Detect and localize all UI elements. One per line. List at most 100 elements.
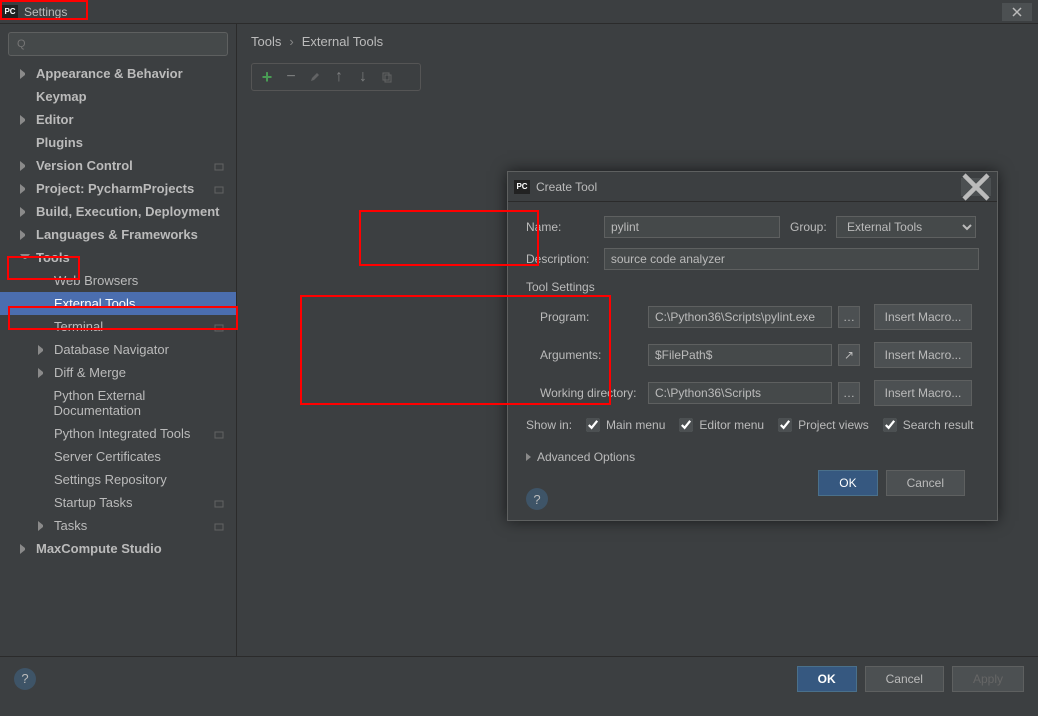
searchresult-checkbox[interactable]: Search result <box>883 418 974 432</box>
description-label: Description: <box>526 252 604 266</box>
chevron-right-icon <box>38 345 48 355</box>
tree-item-maxcompute-studio[interactable]: MaxCompute Studio <box>0 537 236 560</box>
pycharm-icon: PC <box>514 180 530 194</box>
arguments-expand-button[interactable]: ↗ <box>838 344 860 366</box>
mainmenu-checkbox[interactable]: Main menu <box>586 418 665 432</box>
settings-apply-button[interactable]: Apply <box>952 666 1024 692</box>
tree-item-server-certificates[interactable]: Server Certificates <box>0 445 236 468</box>
tree-item-label: Plugins <box>36 135 83 150</box>
tree-item-external-tools[interactable]: External Tools <box>0 292 236 315</box>
projectviews-checkbox[interactable]: Project views <box>778 418 869 432</box>
spacer <box>38 322 48 332</box>
settings-search-input[interactable] <box>8 32 228 56</box>
chevron-right-icon <box>20 184 30 194</box>
tree-item-terminal[interactable]: Terminal <box>0 315 236 338</box>
program-macro-button[interactable]: Insert Macro... <box>874 304 972 330</box>
workdir-browse-button[interactable]: … <box>838 382 860 404</box>
tree-item-keymap[interactable]: Keymap <box>0 85 236 108</box>
tree-item-python-integrated-tools[interactable]: Python Integrated Tools <box>0 422 236 445</box>
up-button[interactable]: ↑ <box>330 68 348 86</box>
tree-item-label: Python Integrated Tools <box>54 426 190 441</box>
dialog-ok-button[interactable]: OK <box>818 470 877 496</box>
breadcrumb-sep-icon: › <box>289 34 293 49</box>
breadcrumb-leaf: External Tools <box>302 34 383 49</box>
breadcrumb: Tools › External Tools <box>251 34 1024 49</box>
tree-item-label: Project: PycharmProjects <box>36 181 194 196</box>
project-scope-icon <box>214 160 224 170</box>
arguments-label: Arguments: <box>540 348 648 362</box>
tree-item-diff-merge[interactable]: Diff & Merge <box>0 361 236 384</box>
help-button[interactable]: ? <box>526 488 548 510</box>
showin-label: Show in: <box>526 418 572 432</box>
editormenu-checkbox[interactable]: Editor menu <box>679 418 764 432</box>
create-tool-dialog: PC Create Tool Name: Group: External Too… <box>507 171 998 521</box>
tree-item-tools[interactable]: Tools <box>0 246 236 269</box>
chevron-right-icon <box>526 453 531 461</box>
tree-item-tasks[interactable]: Tasks <box>0 514 236 537</box>
chevron-right-icon <box>20 69 30 79</box>
tree-item-appearance-behavior[interactable]: Appearance & Behavior <box>0 62 236 85</box>
program-label: Program: <box>540 310 648 324</box>
arguments-macro-button[interactable]: Insert Macro... <box>874 342 972 368</box>
advanced-options-toggle[interactable]: Advanced Options <box>526 450 979 464</box>
window-close-button[interactable] <box>1002 3 1032 21</box>
project-scope-icon <box>214 183 224 193</box>
project-scope-icon <box>214 428 224 438</box>
tool-settings-header: Tool Settings <box>526 280 979 294</box>
project-scope-icon <box>214 497 224 507</box>
edit-button[interactable] <box>306 68 324 86</box>
tree-item-label: Keymap <box>36 89 87 104</box>
tree-item-label: Database Navigator <box>54 342 169 357</box>
tree-item-project-pycharmprojects[interactable]: Project: PycharmProjects <box>0 177 236 200</box>
tree-item-build-execution-deployment[interactable]: Build, Execution, Deployment <box>0 200 236 223</box>
tree-item-languages-frameworks[interactable]: Languages & Frameworks <box>0 223 236 246</box>
description-input[interactable] <box>604 248 979 270</box>
tree-item-plugins[interactable]: Plugins <box>0 131 236 154</box>
arguments-input[interactable] <box>648 344 832 366</box>
tree-item-label: Python External Documentation <box>54 388 228 418</box>
chevron-right-icon <box>20 544 30 554</box>
down-button[interactable]: ↓ <box>354 68 372 86</box>
tree-item-label: Startup Tasks <box>54 495 133 510</box>
workdir-macro-button[interactable]: Insert Macro... <box>874 380 972 406</box>
settings-sidebar: Appearance & Behavior Keymap Editor Plugins… <box>0 24 237 656</box>
copy-button[interactable] <box>378 68 396 86</box>
tree-item-web-browsers[interactable]: Web Browsers <box>0 269 236 292</box>
settings-ok-button[interactable]: OK <box>797 666 857 692</box>
project-scope-icon <box>214 321 224 331</box>
workdir-input[interactable] <box>648 382 832 404</box>
program-input[interactable] <box>648 306 832 328</box>
program-browse-button[interactable]: … <box>838 306 860 328</box>
tree-item-settings-repository[interactable]: Settings Repository <box>0 468 236 491</box>
tree-item-database-navigator[interactable]: Database Navigator <box>0 338 236 361</box>
tree-item-label: Tasks <box>54 518 87 533</box>
spacer <box>38 299 48 309</box>
dialog-title: Create Tool <box>536 180 961 194</box>
tree-item-startup-tasks[interactable]: Startup Tasks <box>0 491 236 514</box>
spacer <box>38 398 48 408</box>
tree-item-editor[interactable]: Editor <box>0 108 236 131</box>
tree-item-label: Settings Repository <box>54 472 167 487</box>
settings-help-button[interactable]: ? <box>14 668 36 690</box>
tree-item-label: Diff & Merge <box>54 365 126 380</box>
dialog-cancel-button[interactable]: Cancel <box>886 470 965 496</box>
spacer <box>38 429 48 439</box>
tree-item-version-control[interactable]: Version Control <box>0 154 236 177</box>
spacer <box>38 452 48 462</box>
chevron-right-icon <box>38 521 48 531</box>
tree-item-python-external-documentation[interactable]: Python External Documentation <box>0 384 236 422</box>
settings-tree: Appearance & Behavior Keymap Editor Plugins… <box>0 62 236 560</box>
tree-item-label: Languages & Frameworks <box>36 227 198 242</box>
settings-cancel-button[interactable]: Cancel <box>865 666 944 692</box>
remove-button[interactable]: − <box>282 68 300 86</box>
tree-item-label: Server Certificates <box>54 449 161 464</box>
chevron-down-icon <box>20 254 30 264</box>
group-select[interactable]: External Tools <box>836 216 976 238</box>
add-button[interactable]: + <box>258 68 276 86</box>
name-input[interactable] <box>604 216 780 238</box>
tree-item-label: Tools <box>36 250 70 265</box>
tree-item-label: MaxCompute Studio <box>36 541 162 556</box>
dialog-close-button[interactable] <box>961 178 991 196</box>
spacer <box>38 475 48 485</box>
spacer <box>38 276 48 286</box>
